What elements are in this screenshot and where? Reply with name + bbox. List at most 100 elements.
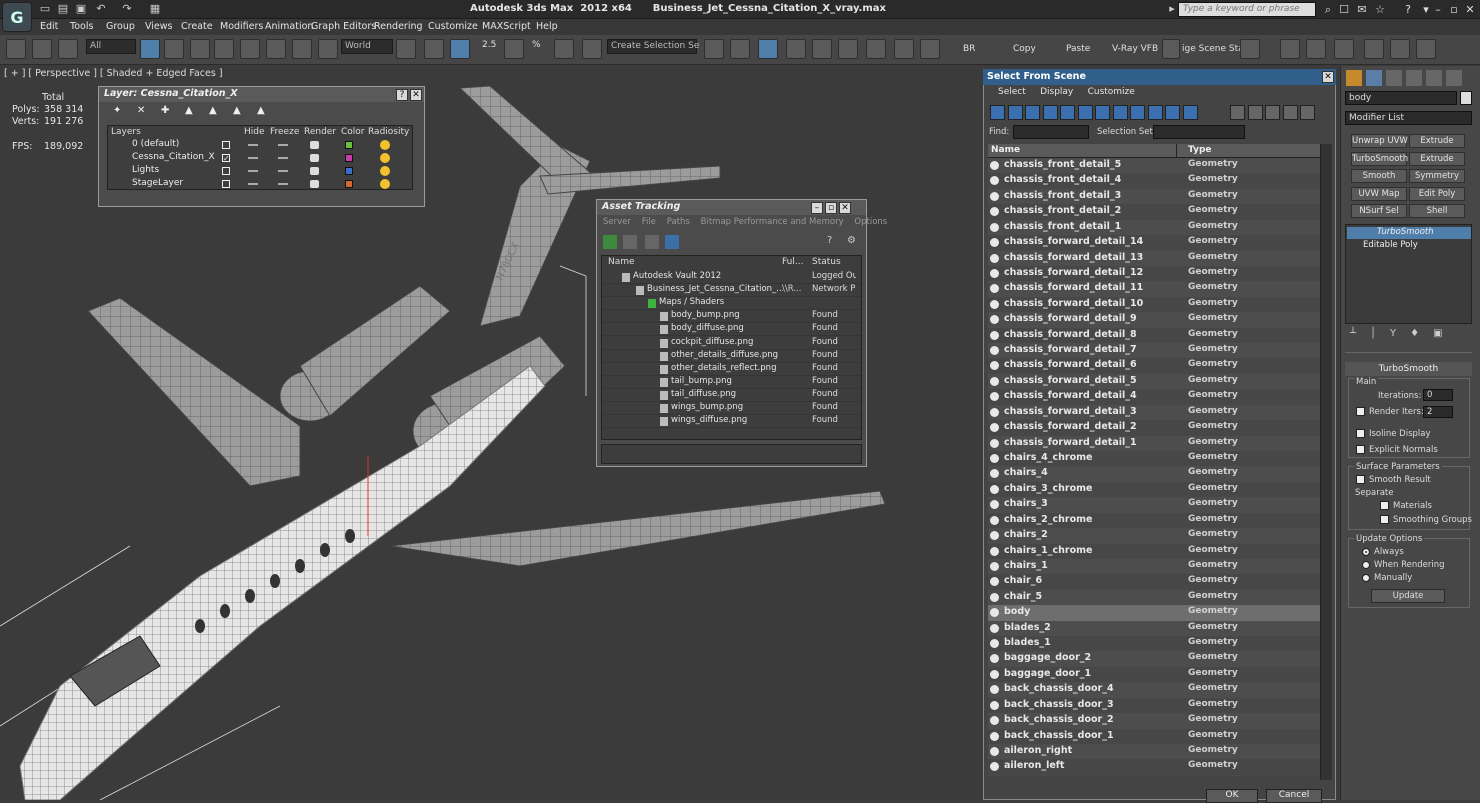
angle-snap-icon[interactable] — [504, 39, 524, 59]
paste-button[interactable]: Paste — [1066, 44, 1090, 54]
hide-toggle[interactable] — [248, 157, 258, 159]
asset-row[interactable]: cockpit_diffuse.png Found — [602, 337, 861, 350]
modifier-list-dropdown[interactable]: Modifier List — [1345, 111, 1472, 125]
graphite-ribbon-icon[interactable] — [786, 39, 806, 59]
col-hide[interactable]: Hide — [244, 127, 265, 137]
scene-object-row[interactable]: chassis_forward_detail_5 Geometry — [988, 373, 1320, 390]
smoothing-groups-checkbox[interactable] — [1380, 515, 1389, 524]
scene-object-row[interactable]: chassis_forward_detail_9 Geometry — [988, 312, 1320, 328]
scene-object-row[interactable]: chassis_front_detail_1 Geometry — [988, 219, 1320, 236]
asset-row[interactable]: body_diffuse.png Found — [602, 323, 861, 337]
scene-object-row[interactable]: chassis_forward_detail_1 Geometry — [988, 435, 1320, 451]
invert-display-icon[interactable] — [1265, 105, 1280, 120]
move-icon[interactable] — [266, 39, 286, 59]
object-name-input[interactable]: body — [1345, 91, 1457, 105]
uvw-map-button[interactable]: UVW Map — [1351, 186, 1407, 201]
asset-row[interactable]: Autodesk Vault 2012 Logged Ou — [602, 271, 861, 284]
scene-object-row[interactable]: aileron_right Geometry — [988, 743, 1320, 760]
asset-row[interactable]: body_bump.png Found — [602, 310, 861, 324]
spinner-snap-icon[interactable] — [554, 39, 574, 59]
scene-object-row[interactable]: chairs_4_chrome Geometry — [988, 450, 1320, 467]
select-manipulate-icon[interactable] — [424, 39, 444, 59]
filter-icon[interactable] — [1300, 105, 1315, 120]
pivot-center-icon[interactable] — [396, 39, 416, 59]
nsurf-sel-button[interactable]: NSurf Sel — [1351, 204, 1407, 218]
selection-region-icon[interactable] — [190, 39, 210, 59]
layer-color-swatch[interactable] — [345, 180, 353, 188]
materials-checkbox[interactable] — [1380, 501, 1389, 510]
scene-object-row[interactable]: chassis_forward_detail_13 Geometry — [988, 250, 1320, 266]
layer-row[interactable]: 0 (default) — [108, 139, 412, 152]
scene-object-row[interactable]: chassis_forward_detail_7 Geometry — [988, 343, 1320, 359]
skull-script-icon[interactable] — [1240, 39, 1260, 59]
copy-button[interactable]: Copy — [1013, 44, 1036, 54]
asset-minimize-icon[interactable]: – — [811, 202, 823, 214]
new-file-icon[interactable]: ▭ — [38, 2, 52, 16]
asset-menu-bitmap[interactable]: Bitmap Performance and Memory — [701, 217, 844, 227]
frozen-filter-icon[interactable] — [1165, 105, 1180, 120]
scene-object-row[interactable]: chassis_forward_detail_12 Geometry — [988, 265, 1320, 282]
communication-icon[interactable]: ✉ — [1354, 2, 1370, 17]
align-icon[interactable] — [730, 39, 750, 59]
lasso-selection-icon[interactable] — [214, 39, 234, 59]
stack-turbosmooth[interactable]: TurboSmooth — [1347, 227, 1471, 239]
named-selection-set-dropdown[interactable]: Create Selection Se — [607, 39, 699, 54]
sfs-menu-customize[interactable]: Customize — [1088, 87, 1135, 97]
groups-filter-icon[interactable] — [1095, 105, 1110, 120]
asset-row[interactable]: other_details_reflect.png Found — [602, 363, 861, 376]
freeze-all-icon[interactable]: ▲ — [257, 105, 265, 116]
asset-col-status[interactable]: Status — [812, 257, 841, 267]
sfs-close-icon[interactable]: ✕ — [1322, 71, 1334, 83]
turbosmooth-button[interactable]: TurboSmooth — [1351, 151, 1408, 166]
refresh-icon[interactable] — [603, 235, 617, 249]
percent-snap-label[interactable]: % — [532, 40, 541, 50]
search-input[interactable]: Type a keyword or phrase — [1178, 2, 1316, 17]
ribbon-tool-5-icon[interactable] — [1390, 39, 1410, 59]
smooth-result-checkbox[interactable] — [1356, 475, 1365, 484]
sfs-selection-set-dropdown[interactable] — [1153, 125, 1245, 139]
current-layer-checkbox[interactable] — [222, 167, 230, 175]
when-rendering-radio[interactable] — [1362, 561, 1370, 569]
scene-object-row[interactable]: back_chassis_door_2 Geometry — [988, 713, 1320, 729]
scene-object-row[interactable]: chair_5 Geometry — [988, 589, 1320, 606]
schematic-view-icon[interactable] — [838, 39, 858, 59]
freeze-toggle[interactable] — [278, 157, 288, 159]
search-arrow-icon[interactable]: ▸ — [1165, 2, 1179, 16]
col-radiosity[interactable]: Radiosity — [368, 127, 409, 137]
freeze-toggle[interactable] — [278, 144, 288, 146]
scene-object-row[interactable]: body Geometry — [988, 605, 1320, 621]
save-icon[interactable]: ▣ — [74, 2, 88, 16]
asset-settings-icon[interactable]: ⚙ — [847, 235, 859, 247]
asset-row[interactable]: tail_bump.png Found — [602, 376, 861, 389]
asset-menu-paths[interactable]: Paths — [667, 217, 690, 227]
bind-space-warp-icon[interactable] — [58, 39, 78, 59]
smooth-button[interactable]: Smooth — [1351, 169, 1407, 183]
scene-object-row[interactable]: blades_1 Geometry — [988, 636, 1320, 652]
layer-manager-icon[interactable] — [758, 39, 778, 59]
menu-help[interactable]: Help — [536, 21, 558, 32]
col-render[interactable]: Render — [304, 127, 336, 137]
layer-color-swatch[interactable] — [345, 167, 353, 175]
modify-tab-icon[interactable] — [1366, 70, 1382, 86]
sort-icon[interactable] — [1282, 105, 1298, 120]
undo-icon[interactable]: ↶ — [94, 2, 108, 16]
render-iters-checkbox[interactable] — [1356, 407, 1365, 416]
edit-named-selection-icon[interactable] — [582, 39, 602, 59]
radiosity-icon[interactable] — [380, 140, 390, 150]
menu-maxscript[interactable]: MAXScript — [482, 21, 531, 32]
menu-edit[interactable]: Edit — [40, 21, 58, 32]
ribbon-tool-1-icon[interactable] — [1280, 39, 1300, 59]
ribbon-tool-4-icon[interactable] — [1364, 39, 1384, 59]
hide-all-icon[interactable]: ▲ — [233, 105, 241, 116]
curve-editor-icon[interactable] — [812, 39, 832, 59]
shell-button[interactable]: Shell — [1409, 204, 1465, 218]
keyboard-shortcut-override-icon[interactable] — [450, 39, 470, 59]
render-setup-icon[interactable] — [894, 39, 914, 59]
redo-icon[interactable]: ↷ — [120, 2, 134, 16]
reference-coord-dropdown[interactable]: World — [341, 39, 393, 54]
cameras-filter-icon[interactable] — [1042, 105, 1058, 120]
isoline-display-checkbox[interactable] — [1356, 429, 1365, 438]
scene-object-row[interactable]: back_chassis_door_4 Geometry — [988, 682, 1320, 698]
scene-object-row[interactable]: chairs_1 Geometry — [988, 558, 1320, 575]
radiosity-icon[interactable] — [380, 179, 390, 189]
